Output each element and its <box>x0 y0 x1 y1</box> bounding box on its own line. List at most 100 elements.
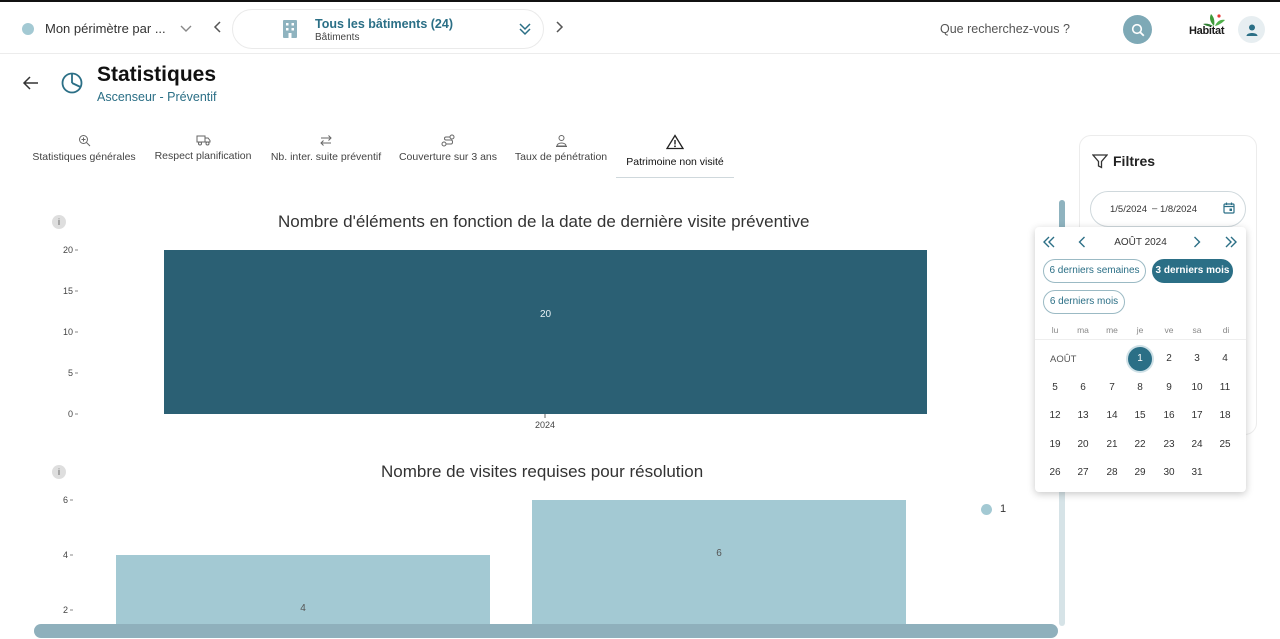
preset-6-mois-chip[interactable]: 6 derniers mois <box>1043 290 1125 314</box>
calendar-day[interactable]: 1 <box>1128 347 1152 371</box>
weekday-label: di <box>1222 325 1230 335</box>
next-month-button[interactable] <box>1189 234 1205 250</box>
bar-data-label: 20 <box>540 309 552 320</box>
calendar-day[interactable]: 28 <box>1100 461 1124 485</box>
calendar-day[interactable]: 2 <box>1157 347 1181 371</box>
search-input[interactable]: Que recherchez-vous ? <box>940 22 1070 36</box>
y-tick-label: 15 <box>63 286 73 296</box>
chart2-info-button[interactable]: i <box>52 465 66 479</box>
bar-data-label: 6 <box>716 548 722 559</box>
perimeter-selector[interactable]: Mon périmètre par ... <box>22 21 192 36</box>
calendar-day[interactable]: 30 <box>1157 461 1181 485</box>
truck-icon <box>196 135 210 146</box>
y-tick-label: 2 <box>63 605 68 615</box>
y-tick-label: 20 <box>63 245 73 255</box>
calendar-day[interactable]: 3 <box>1185 347 1209 371</box>
tab-label: Taux de pénétration <box>514 151 608 163</box>
calendar-day[interactable]: 21 <box>1100 433 1124 457</box>
preset-3-mois-chip[interactable]: 3 derniers mois <box>1152 259 1233 283</box>
date-start: 1/5/2024 <box>1110 204 1147 215</box>
weekday-divider <box>1035 339 1246 340</box>
tab-label: Nb. inter. suite préventif <box>270 151 382 163</box>
calendar-day[interactable]: 18 <box>1213 404 1237 428</box>
calendar-day[interactable]: 31 <box>1185 461 1209 485</box>
month-title[interactable]: AOÛT 2024 <box>1035 237 1246 248</box>
perimeter-dot-icon <box>22 22 34 35</box>
chevron-down-icon <box>180 25 192 32</box>
weekday-label: me <box>1106 325 1118 335</box>
chevron-right-icon <box>556 21 564 33</box>
back-button[interactable] <box>22 75 40 96</box>
calendar-day[interactable]: 19 <box>1043 433 1067 457</box>
calendar-day[interactable]: 10 <box>1185 376 1209 400</box>
vertical-scrollbar-thumb[interactable] <box>1059 200 1065 230</box>
warning-icon <box>666 134 684 150</box>
building-selector[interactable]: Tous les bâtiments (24) Bâtiments <box>232 9 544 49</box>
tab-nb-inter-suite-preventif[interactable]: Nb. inter. suite préventif <box>270 134 382 178</box>
tab-patrimoine-non-visite[interactable]: Patrimoine non visité <box>616 134 734 178</box>
chart2-title: Nombre de visites requises pour résoluti… <box>381 462 704 481</box>
double-chevron-down-icon <box>519 23 531 36</box>
calendar-day[interactable]: 13 <box>1071 404 1095 428</box>
calendar-day[interactable]: 4 <box>1213 347 1237 371</box>
chevron-left-icon <box>213 21 221 33</box>
building-selector-subtitle: Bâtiments <box>315 32 360 43</box>
weekday-label: sa <box>1192 325 1202 335</box>
tab-taux-de-penetration[interactable]: Taux de pénétration <box>514 134 608 178</box>
weekday-label: lu <box>1051 325 1059 335</box>
calendar-day[interactable]: 15 <box>1128 404 1152 428</box>
calendar-day[interactable]: 20 <box>1071 433 1095 457</box>
y-tick-label: 6 <box>63 495 68 505</box>
building-selector-title: Tous les bâtiments (24) <box>315 17 453 31</box>
tab-respect-planification[interactable]: Respect planification <box>155 134 251 178</box>
filter-icon <box>1092 153 1108 169</box>
previous-building-button[interactable] <box>210 18 224 36</box>
calendar-day[interactable]: 14 <box>1100 404 1124 428</box>
y-tick-label: 10 <box>63 327 73 337</box>
x-tick-label: 2024 <box>535 420 555 430</box>
calendar-day[interactable]: 9 <box>1157 376 1181 400</box>
date-separator: – <box>1152 203 1158 214</box>
tab-couverture-sur-3-ans[interactable]: Couverture sur 3 ans <box>398 134 498 178</box>
calendar-day[interactable]: 6 <box>1071 376 1095 400</box>
calendar-day[interactable]: 11 <box>1213 376 1237 400</box>
next-building-button[interactable] <box>553 18 567 36</box>
search-button[interactable] <box>1123 15 1152 44</box>
person-pin-icon <box>555 135 567 147</box>
preset-6-semaines-chip[interactable]: 6 derniers semaines <box>1043 259 1146 283</box>
calendar-day[interactable]: 29 <box>1128 461 1152 485</box>
double-chevron-right-icon <box>1225 236 1237 248</box>
calendar-day[interactable]: 24 <box>1185 433 1209 457</box>
calendar-day[interactable]: 22 <box>1128 433 1152 457</box>
tab-label: Couverture sur 3 ans <box>398 151 498 163</box>
tab-statistiques-generales[interactable]: Statistiques générales <box>32 134 136 178</box>
date-range-input[interactable]: 1/5/2024 – 1/8/2024 <box>1090 191 1246 227</box>
chart2-legend[interactable]: 1 <box>981 503 1006 515</box>
weekday-label: ma <box>1077 325 1089 335</box>
user-icon <box>1246 24 1257 36</box>
calendar-day[interactable]: 26 <box>1043 461 1067 485</box>
user-avatar-button[interactable] <box>1238 16 1265 43</box>
calendar-day[interactable]: 27 <box>1071 461 1095 485</box>
arrow-left-icon <box>22 76 38 90</box>
calendar-icon[interactable] <box>1223 202 1235 214</box>
date-end: 1/8/2024 <box>1160 204 1197 215</box>
calendar-day[interactable]: 8 <box>1128 376 1152 400</box>
filters-title: Filtres <box>1092 153 1155 169</box>
month-label: AOÛT <box>1050 354 1077 365</box>
calendar-day[interactable]: 16 <box>1157 404 1181 428</box>
calendar-day[interactable]: 7 <box>1100 376 1124 400</box>
calendar-day[interactable]: 25 <box>1213 433 1237 457</box>
chart1-plot: 0 5 10 15 20 20 2024 <box>63 245 927 430</box>
horizontal-scrollbar[interactable] <box>34 624 1058 638</box>
legend-label: 1 <box>1000 503 1007 515</box>
chart2-plot: 2 4 6 4 6 <box>63 495 906 625</box>
calendar-day[interactable]: 17 <box>1185 404 1209 428</box>
calendar-day[interactable]: 12 <box>1043 404 1067 428</box>
next-year-button[interactable] <box>1223 234 1239 250</box>
calendar-day[interactable]: 5 <box>1043 376 1067 400</box>
bar <box>116 555 490 625</box>
logo-text: Habitat <box>1189 25 1225 37</box>
bar <box>532 500 906 625</box>
calendar-day[interactable]: 23 <box>1157 433 1181 457</box>
